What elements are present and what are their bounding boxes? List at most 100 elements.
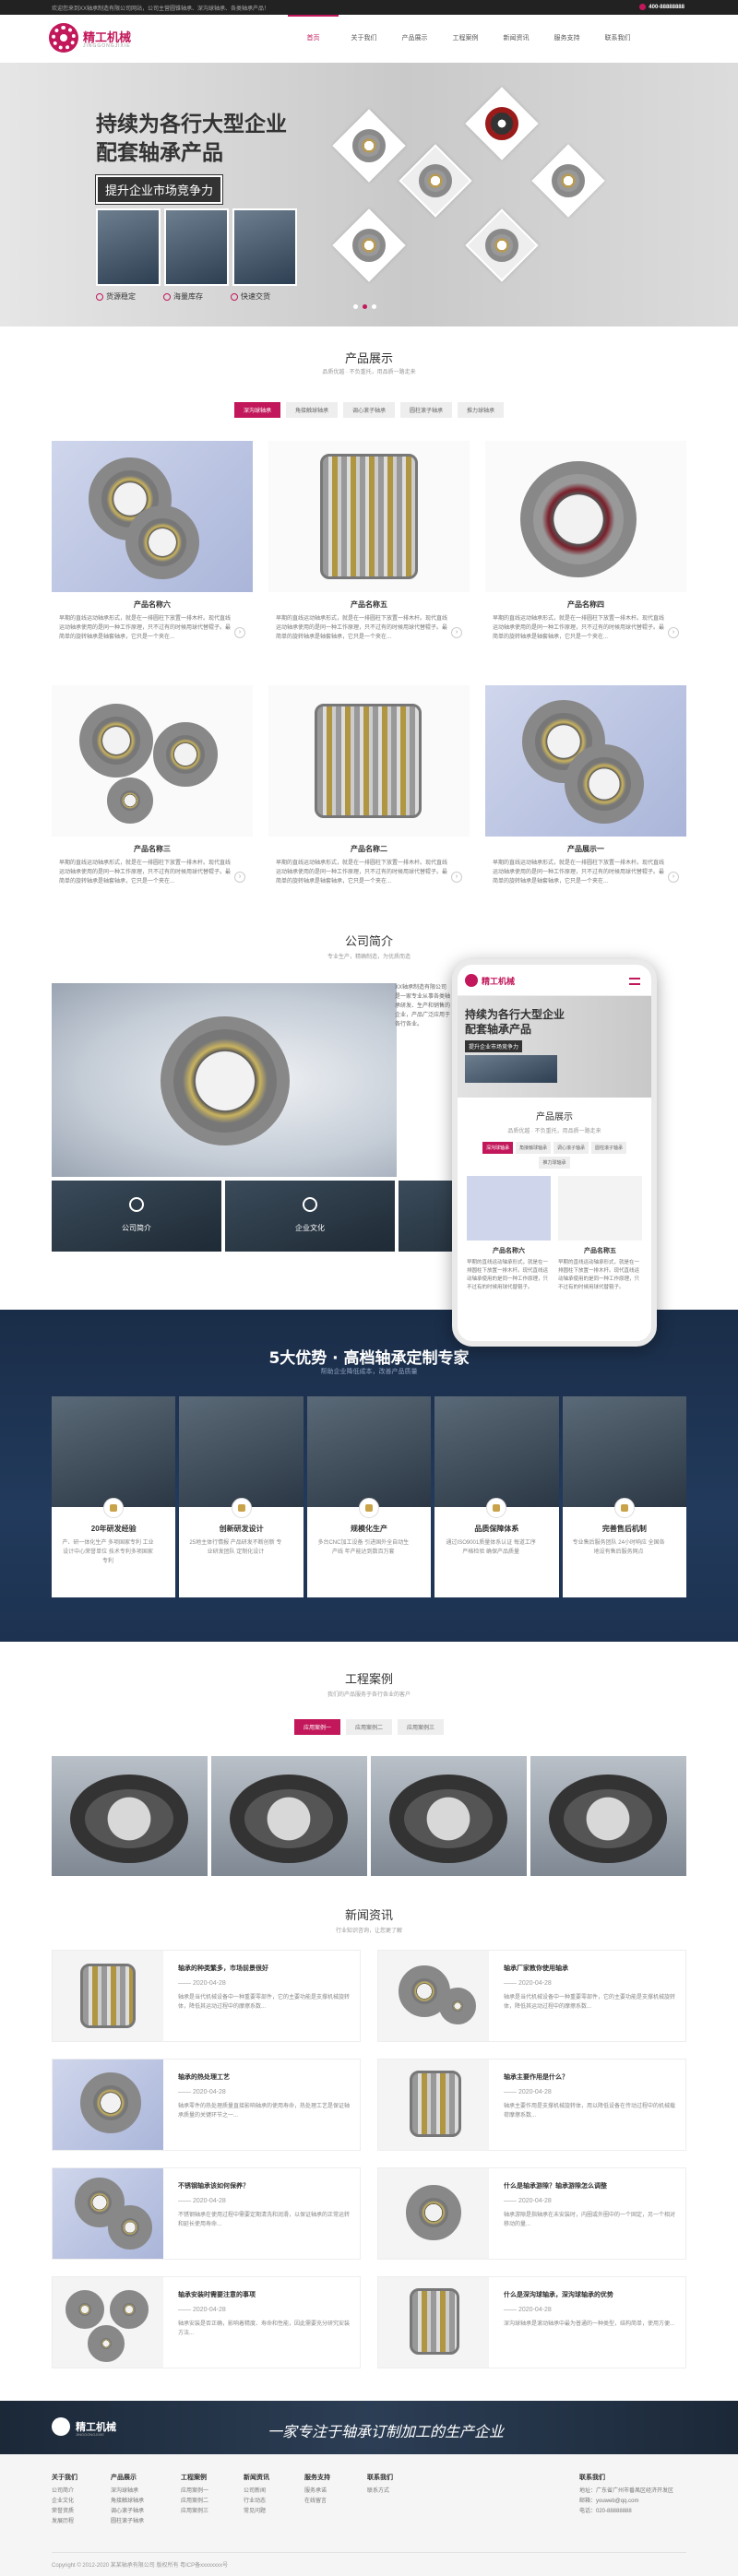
nav-contact[interactable]: 联系我们 xyxy=(592,15,643,63)
mobile-tab[interactable]: 推力球轴承 xyxy=(539,1157,570,1169)
gear-icon xyxy=(52,26,76,50)
about-text: XX轴承制造有限公司是一家专业从事各类轴承研发、生产和销售的企业，产品广泛应用于… xyxy=(395,985,451,1027)
tab-spherical-roller[interactable]: 调心滚子轴承 xyxy=(342,402,395,418)
nav-products[interactable]: 产品展示 xyxy=(389,15,440,63)
case-tab[interactable]: 应用案例三 xyxy=(398,1719,445,1735)
nav-about[interactable]: 关于我们 xyxy=(339,15,389,63)
welcome-text: 欢迎您来到XX轴承制造有限公司网站，公司主营圆锥轴承、深沟球轴承、各类轴承产品！ xyxy=(52,6,270,12)
arrow-right-icon[interactable]: › xyxy=(668,627,679,638)
mobile-tabs: 深沟球轴承 角接触球轴承 调心滚子轴承 圆柱滚子轴承 推力球轴承 xyxy=(458,1142,651,1169)
product-card[interactable]: 产品展示一 早期的直线运动轴承形式，就是在一排圆柱下放置一排木杆。现代直线运动轴… xyxy=(485,685,686,904)
product-image xyxy=(268,685,470,837)
check-icon xyxy=(96,292,103,301)
case-image[interactable] xyxy=(52,1756,208,1876)
news-title: 新闻资讯 xyxy=(344,1908,393,1922)
mobile-tab[interactable]: 深沟球轴承 xyxy=(482,1142,513,1154)
hotline: 400-88888888 xyxy=(639,4,684,10)
advantage-card[interactable]: 完善售后机制 专业售后服务团队 24小时响应 全国各地设有售后服务网点 xyxy=(562,1396,687,1597)
arrow-right-icon[interactable]: › xyxy=(668,872,679,883)
tab-deep-groove[interactable]: 深沟球轴承 xyxy=(233,402,280,418)
advantage-card[interactable]: 品质保障体系 通过ISO9001质量体系认证 每道工序严格检验 确保产品质量 xyxy=(434,1396,559,1597)
news-item[interactable]: 不锈钢轴承该如何保养？ —— 2020-04-28 不锈钢轴承在使用过程中需要定期清… xyxy=(52,2167,361,2260)
arrow-right-icon[interactable]: › xyxy=(451,872,462,883)
case-image[interactable] xyxy=(211,1756,367,1876)
tile-company-profile[interactable]: 公司简介 xyxy=(52,1181,221,1252)
product-image xyxy=(485,441,686,592)
product-card[interactable]: 产品名称二 早期的直线运动轴承形式，就是在一排圆柱下放置一排木杆。现代直线运动轴… xyxy=(268,685,470,904)
news-item[interactable]: 什么是深沟球轴承，深沟球轴承的优势 —— 2020-04-28 深沟球轴承是滚动轴承… xyxy=(377,2276,686,2368)
about-image xyxy=(52,983,397,1177)
case-tab[interactable]: 应用案例二 xyxy=(345,1719,392,1735)
product-desc: 早期的直线运动轴承形式，就是在一排圆柱下放置一排木杆。现代直线运动轴承使用的是同… xyxy=(493,616,665,640)
advantage-icon xyxy=(486,1498,507,1518)
tab-angular-contact[interactable]: 角接触球轴承 xyxy=(285,402,338,418)
product-desc: 早期的直线运动轴承形式，就是在一排圆柱下放置一排木杆。现代直线运动轴承使用的是同… xyxy=(59,616,232,640)
tile-culture[interactable]: 企业文化 xyxy=(225,1181,395,1252)
product-desc: 早期的直线运动轴承形式，就是在一排圆柱下放置一排木杆。现代直线运动轴承使用的是同… xyxy=(276,616,448,640)
news-item[interactable]: 什么是轴承游隙？轴承游隙怎么调整 —— 2020-04-28 轴承游隙是指轴承在未安… xyxy=(377,2167,686,2260)
mobile-preview: 精工机械 持续为各行大型企业 配套轴承产品 提升企业市场竞争力 产品展示 品质优越 … xyxy=(452,959,657,1347)
tab-thrust-ball[interactable]: 推力球轴承 xyxy=(458,402,505,418)
advantage-card[interactable]: 20年研发经验 产、研一体化生产 多项国家专利 工业设计中心荣誉单位 技术专利多项… xyxy=(52,1396,176,1597)
advantage-card[interactable]: 创新研发设计 25地主体行情报 产品研发不断创新 专业研发团队 定制化设计 xyxy=(179,1396,304,1597)
nav-service[interactable]: 服务支持 xyxy=(542,15,592,63)
product-desc: 早期的直线运动轴承形式，就是在一排圆柱下放置一排木杆。现代直线运动轴承使用的是同… xyxy=(276,861,448,884)
product-name: 产品展示一 xyxy=(567,845,604,853)
mobile-product-card[interactable]: 产品名称六 早期的直线运动轴承形式，就是在一排圆柱下放置一排木杆。现代直线运动轴承… xyxy=(467,1176,551,1314)
news-item[interactable]: 轴承安装时需要注意的事项 —— 2020-04-28 轴承安装是否正确，影响着精度、… xyxy=(52,2276,361,2368)
product-card[interactable]: 产品名称五 早期的直线运动轴承形式，就是在一排圆柱下放置一排木杆。现代直线运动轴… xyxy=(268,441,470,659)
product-card[interactable]: 产品名称六 早期的直线运动轴承形式，就是在一排圆柱下放置一排木杆。现代直线运动轴… xyxy=(52,441,253,659)
footer-col: 工程案例 应用案例一 应用案例二 应用案例三 xyxy=(181,2475,209,2514)
mobile-tab[interactable]: 调心滚子轴承 xyxy=(554,1142,589,1154)
mobile-logo-text: 精工机械 xyxy=(482,977,516,986)
carousel-dots[interactable] xyxy=(353,304,376,309)
advantages-subtitle: 帮助企业降低成本，改善产品质量 xyxy=(320,1369,418,1375)
product-name: 产品名称四 xyxy=(567,600,604,609)
mobile-banner: 持续为各行大型企业 配套轴承产品 提升企业市场竞争力 xyxy=(458,996,651,1098)
bearing-parts-image xyxy=(399,144,472,218)
tab-cylindrical-roller[interactable]: 圆柱滚子轴承 xyxy=(400,402,453,418)
products-title: 产品展示 xyxy=(344,351,393,365)
nav-news[interactable]: 新闻资讯 xyxy=(491,15,542,63)
gear-icon xyxy=(52,2417,70,2436)
news-item[interactable]: 轴承的种类繁多，市场前景很好 —— 2020-04-28 轴承是当代机械设备中一种重… xyxy=(52,1950,361,2042)
mobile-cards: 产品名称六 早期的直线运动轴承形式，就是在一排圆柱下放置一排木杆。现代直线运动轴承… xyxy=(458,1169,651,1314)
case-gallery xyxy=(52,1756,686,1876)
arrow-right-icon[interactable]: › xyxy=(451,627,462,638)
mobile-header: 精工机械 xyxy=(458,965,651,996)
product-image xyxy=(268,441,470,592)
advantage-icon xyxy=(231,1498,252,1518)
news-item[interactable]: 轴承的热处理工艺 —— 2020-04-28 轴承零件的热处理质量直接影响轴承的使用… xyxy=(52,2059,361,2151)
nav-cases[interactable]: 工程案例 xyxy=(440,15,491,63)
nav-home[interactable]: 首页 xyxy=(288,15,339,63)
case-image[interactable] xyxy=(530,1756,686,1876)
hero-banner[interactable]: 持续为各行大型企业 配套轴承产品 提升企业市场竞争力 货源稳定 海量库存 快速交货 xyxy=(0,63,738,326)
arrow-right-icon[interactable]: › xyxy=(234,872,245,883)
mobile-tab[interactable]: 圆柱滚子轴承 xyxy=(591,1142,627,1154)
header: 精工机械 JINGGONGJIXIE 首页 关于我们 产品展示 工程案例 新闻资… xyxy=(0,15,738,63)
advantage-cards: 20年研发经验 产、研一体化生产 多项国家专利 工业设计中心荣誉单位 技术专利多项… xyxy=(52,1396,687,1597)
feature-item: 快速交货 xyxy=(231,291,270,302)
footer-contact: 联系我们 地址：广东省广州市番禺区经济开发区 邮箱：youweb@qq.com 电话：… xyxy=(579,2475,674,2514)
advantage-card[interactable]: 规模化生产 多台CNC加工设备 引进国外全自动生产线 年产能达到数百万套 xyxy=(306,1396,432,1597)
banner-subtitle: 提升企业市场竞争力 xyxy=(94,174,224,205)
gear-icon xyxy=(465,974,478,987)
advantage-icon xyxy=(359,1498,380,1518)
site-logo[interactable]: 精工机械 JINGGONGJIXIE xyxy=(52,26,153,53)
product-card[interactable]: 产品名称三 早期的直线运动轴承形式，就是在一排圆柱下放置一排木杆。现代直线运动轴… xyxy=(52,685,253,904)
mobile-tab[interactable]: 角接触球轴承 xyxy=(515,1142,551,1154)
news-item[interactable]: 轴承厂家教你使用轴承 —— 2020-04-28 轴承是当代机械设备中一种重要零部件… xyxy=(377,1950,686,2042)
case-image[interactable] xyxy=(371,1756,527,1876)
cases-subtitle: 我们的产品服务于各行各业的客户 xyxy=(327,1692,411,1698)
footer-col: 产品展示 深沟球轴承 角接触球轴承 调心滚子轴承 圆柱滚子轴承 xyxy=(111,2475,145,2524)
case-tab[interactable]: 应用案例一 xyxy=(293,1719,340,1735)
arrow-right-icon[interactable]: › xyxy=(234,627,245,638)
mobile-section-title: 产品展示 xyxy=(536,1112,573,1122)
product-card[interactable]: 产品名称四 早期的直线运动轴承形式，就是在一排圆柱下放置一排木杆。现代直线运动轴… xyxy=(485,441,686,659)
mobile-product-card[interactable]: 产品名称五 早期的直线运动轴承形式，就是在一排圆柱下放置一排木杆。现代直线运动轴承… xyxy=(558,1176,642,1314)
advantage-icon xyxy=(613,1498,635,1518)
cases-title: 工程案例 xyxy=(344,1672,393,1686)
menu-icon[interactable] xyxy=(629,978,640,985)
news-item[interactable]: 轴承主要作用是什么？ —— 2020-04-28 轴承主要作用是支撑机械旋转体，用以… xyxy=(377,2059,686,2151)
product-name: 产品名称五 xyxy=(351,600,387,609)
